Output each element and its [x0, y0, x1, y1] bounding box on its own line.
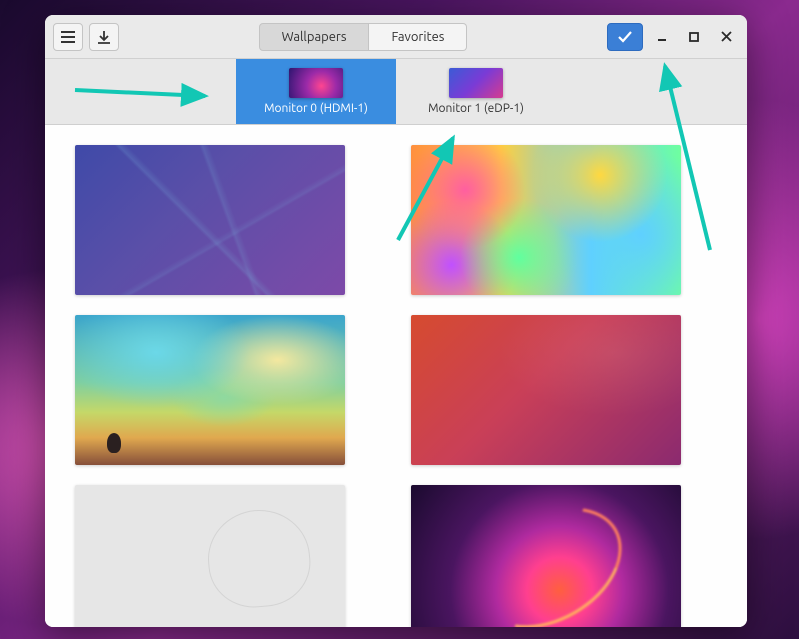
wallpaper-grid[interactable] [45, 125, 747, 627]
close-button[interactable] [713, 24, 739, 50]
download-icon [97, 30, 111, 44]
tab-favorites[interactable]: Favorites [369, 23, 467, 51]
wallpaper-item-ubuntu-beaver-grey[interactable] [75, 485, 345, 627]
menu-icon [61, 31, 75, 43]
check-icon [617, 30, 633, 44]
apply-button[interactable] [607, 23, 643, 51]
titlebar: Wallpapers Favorites [45, 15, 747, 59]
tab-group: Wallpapers Favorites [259, 23, 468, 51]
maximize-icon [689, 32, 699, 42]
monitor-0-label: Monitor 0 (HDMI-1) [264, 102, 368, 115]
menu-button[interactable] [53, 23, 83, 51]
tab-wallpapers[interactable]: Wallpapers [259, 23, 370, 51]
monitor-1-thumb [449, 68, 503, 98]
wallpaper-item-ubuntu-beaver-red[interactable] [411, 315, 681, 465]
wallpaper-item-abstract-rainbow[interactable] [411, 145, 681, 295]
monitor-1[interactable]: Monitor 1 (eDP-1) [396, 59, 556, 124]
minimize-button[interactable] [649, 24, 675, 50]
wallpaper-item-geometric-purple[interactable] [75, 145, 345, 295]
monitor-0-thumb [289, 68, 343, 98]
monitor-1-label: Monitor 1 (eDP-1) [428, 102, 524, 115]
close-icon [721, 31, 732, 42]
download-button[interactable] [89, 23, 119, 51]
wallpaper-item-painted-sky-rocket[interactable] [75, 315, 345, 465]
monitor-0[interactable]: Monitor 0 (HDMI-1) [236, 59, 396, 124]
wallpaper-app-window: Wallpapers Favorites Monitor 0 (HDMI-1) … [45, 15, 747, 627]
wallpaper-item-neon-swirl[interactable] [411, 485, 681, 627]
minimize-icon [656, 31, 668, 43]
monitors-bar: Monitor 0 (HDMI-1) Monitor 1 (eDP-1) [45, 59, 747, 125]
maximize-button[interactable] [681, 24, 707, 50]
